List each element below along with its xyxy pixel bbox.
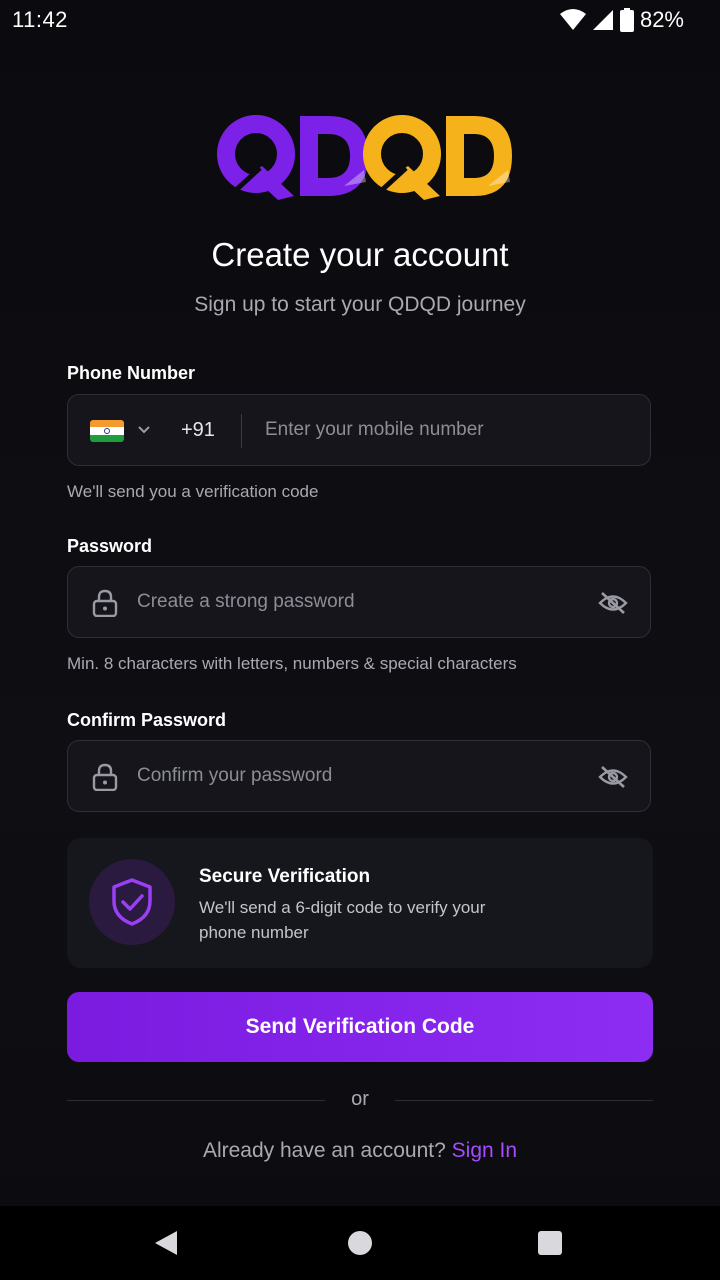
page-subtitle: Sign up to start your QDQD journey xyxy=(194,293,526,316)
secure-title: Secure Verification xyxy=(199,866,371,887)
status-bar: 11:42 82% xyxy=(0,0,720,40)
dial-code[interactable]: +91 xyxy=(181,419,215,442)
wifi-icon xyxy=(559,9,586,30)
back-icon[interactable] xyxy=(153,1229,179,1257)
password-input[interactable]: Create a strong password xyxy=(137,591,355,613)
chevron-down-icon[interactable] xyxy=(136,422,152,438)
signin-row: Already have an account? Sign In xyxy=(0,1139,720,1163)
recents-icon[interactable] xyxy=(538,1231,562,1255)
confirm-password-field[interactable]: Confirm your password xyxy=(67,740,651,812)
password-hint: Min. 8 characters with letters, numbers … xyxy=(67,654,517,673)
secure-text: We'll send a 6-digit code to verify your… xyxy=(199,898,486,942)
signup-screen: 11:42 82% Create your account Sign up to… xyxy=(0,0,720,1280)
page-title: Create your account xyxy=(211,236,509,273)
signin-link[interactable]: Sign In xyxy=(452,1139,517,1162)
shield-check-icon xyxy=(112,878,152,926)
secure-verification-card: Secure Verification We'll send a 6-digit… xyxy=(67,838,653,968)
battery-percent: 82% xyxy=(639,7,684,32)
eye-off-icon[interactable] xyxy=(598,590,628,616)
navigation-bar xyxy=(0,1206,720,1280)
status-time: 11:42 xyxy=(12,7,68,32)
home-icon[interactable] xyxy=(347,1230,373,1256)
signal-icon xyxy=(592,10,613,30)
lock-icon xyxy=(92,763,118,791)
status-icons: 82% xyxy=(559,7,684,33)
password-label: Password xyxy=(67,536,153,556)
eye-off-icon[interactable] xyxy=(598,764,628,790)
field-divider xyxy=(241,414,242,448)
india-flag-icon[interactable] xyxy=(90,420,124,442)
shield-badge xyxy=(89,859,175,945)
phone-field[interactable]: +91 Enter your mobile number xyxy=(67,394,651,466)
phone-input[interactable]: Enter your mobile number xyxy=(265,419,484,441)
battery-icon xyxy=(619,8,634,32)
or-label: or xyxy=(351,1088,369,1110)
confirm-password-input[interactable]: Confirm your password xyxy=(137,765,332,787)
qdqd-logo xyxy=(217,115,512,200)
phone-hint: We'll send you a verification code xyxy=(67,482,319,501)
confirm-password-label: Confirm Password xyxy=(67,710,227,730)
phone-label: Phone Number xyxy=(67,363,196,383)
password-field[interactable]: Create a strong password xyxy=(67,566,651,638)
signin-prompt: Already have an account? xyxy=(202,1139,446,1162)
send-verification-code-button[interactable]: Send Verification Code xyxy=(67,992,653,1062)
lock-icon xyxy=(92,589,118,617)
